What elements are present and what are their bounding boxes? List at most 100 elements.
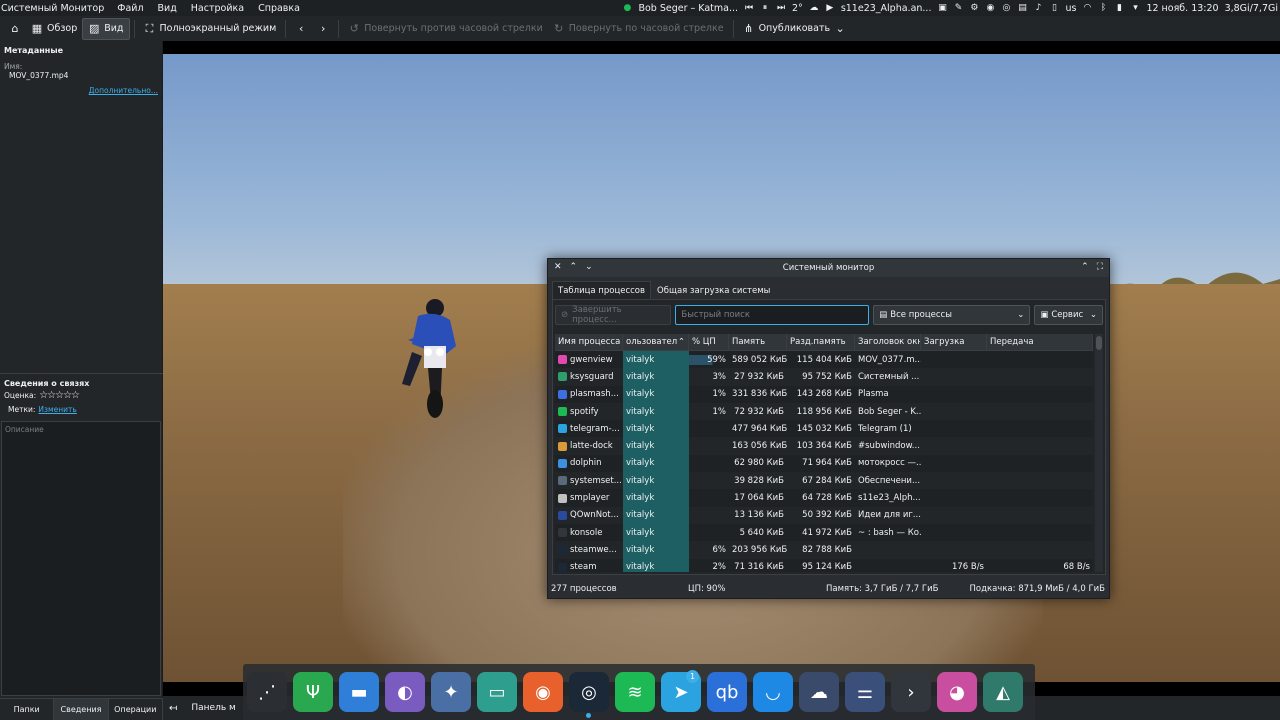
media-title[interactable]: Bob Seger – Katma... (638, 3, 738, 14)
table-row[interactable]: steamwe... vitalyk 6% 203 956 КиБ 82 788 КиБ (555, 541, 1093, 559)
krunner-icon[interactable]: ◡ (753, 672, 793, 712)
quick-search-input[interactable]: Быстрый поиск (675, 305, 870, 325)
table-row[interactable]: ksysguard vitalyk 3% 27 932 КиБ 95 752 КиБ Си… (555, 368, 1093, 386)
cloud-icon[interactable]: ☁ (799, 672, 839, 712)
view-button[interactable]: ▨ Вид (82, 17, 130, 40)
task-title[interactable]: s11e23_Alpha.an... (841, 3, 932, 14)
col-cpu[interactable]: % ЦП (689, 334, 729, 350)
dolphin-icon[interactable]: ▬ (339, 672, 379, 712)
memory-indicator[interactable]: 3,8Gi/7,7Gi (1225, 3, 1278, 14)
tab-folders[interactable]: Папки (0, 698, 55, 720)
toggle-sidebar-icon[interactable]: ↤ (163, 703, 183, 714)
table-row[interactable]: dolphin vitalyk 62 980 КиБ 71 964 КиБ мотокр… (555, 454, 1093, 473)
media-tray-icon[interactable]: ◉ (985, 3, 995, 13)
steam-icon[interactable]: ◎ (569, 672, 609, 718)
col-user[interactable]: ользовател ⌃ (623, 334, 689, 350)
keyboard-layout[interactable]: us (1065, 3, 1076, 14)
battery-icon[interactable]: ▯ (1049, 3, 1059, 13)
notes-icon[interactable]: ✎ (953, 3, 963, 13)
maximize-icon[interactable]: ⛶ (1097, 262, 1103, 272)
col-shared-memory[interactable]: Разд.память (787, 334, 855, 350)
weather-temp[interactable]: 2° (792, 3, 803, 14)
col-process-name[interactable]: Имя процесса (555, 334, 623, 350)
table-row[interactable]: plasmash... vitalyk 1% 331 836 КиБ 143 268 К… (555, 385, 1093, 403)
window-icon[interactable]: ▣ (937, 3, 947, 13)
overview-button[interactable]: ▦ Обзор (26, 18, 82, 40)
service-button[interactable]: ▣ Сервис ⌄ (1034, 305, 1103, 325)
menu-help[interactable]: Справка (251, 3, 307, 14)
next-button[interactable]: › (312, 18, 334, 40)
disk-icon[interactable]: ◐ (385, 672, 425, 712)
scrollbar-thumb[interactable] (1096, 336, 1102, 350)
qownnotes-icon[interactable]: Ψ (293, 672, 333, 712)
konsole-icon[interactable]: › (891, 672, 931, 712)
more-metadata-link[interactable]: Дополнительно... (89, 86, 158, 95)
spotify-tray-icon[interactable]: ● (622, 3, 632, 13)
wifi-icon[interactable]: ◠ (1082, 3, 1092, 13)
media-pause-icon[interactable]: ⏸ (760, 3, 770, 13)
previous-button[interactable]: ‹ (290, 18, 312, 40)
table-row[interactable]: steam vitalyk 2% 71 316 КиБ 95 124 КиБ 176 B/… (555, 558, 1093, 572)
volume-icon[interactable]: ♪ (1033, 3, 1043, 13)
publish-button[interactable]: ⋔ Опубликовать ⌄ (738, 18, 852, 40)
clock[interactable]: 12 нояб. 13:20 (1146, 3, 1218, 14)
window-titlebar[interactable]: ✕ ⌃ ⌄ Системный монитор ⌃ ⛶ (548, 259, 1109, 277)
settings-icon[interactable]: ⚌ (845, 672, 885, 712)
rating-stars[interactable]: ☆☆☆☆☆ (39, 390, 80, 401)
gamepad-icon[interactable]: ✦ (431, 672, 471, 712)
keep-above-icon[interactable]: ⌃ (1081, 262, 1089, 272)
bluetooth-icon[interactable]: ᛒ (1098, 3, 1108, 13)
chevron-up-icon[interactable]: ⌃ (570, 262, 578, 272)
menu-view[interactable]: Вид (151, 3, 184, 14)
play-icon[interactable]: ▶ (825, 3, 835, 13)
table-row[interactable]: QOwnNot... vitalyk 13 136 КиБ 50 392 КиБ Иде… (555, 506, 1093, 524)
table-row[interactable]: gwenview vitalyk 59% 589 052 КиБ 115 404 КиБ… (555, 351, 1093, 369)
col-download[interactable]: Загрузка (921, 334, 987, 350)
gwenview-icon[interactable]: ◕ (937, 672, 977, 712)
table-row[interactable]: systemset... vitalyk 39 828 КиБ 67 284 КиБ О… (555, 472, 1093, 490)
process-filter-select[interactable]: ▤ Все процессы ⌄ (873, 305, 1031, 325)
clipboard-icon[interactable]: ▤ (1017, 3, 1027, 13)
power-icon[interactable]: ▮ (1114, 3, 1124, 13)
table-row[interactable]: latte-dock vitalyk 163 056 КиБ 103 364 КиБ #… (555, 437, 1093, 455)
qbittorrent-icon[interactable]: qb (707, 672, 747, 712)
menu-settings[interactable]: Настройка (184, 3, 251, 14)
table-row[interactable]: spotify vitalyk 1% 72 932 КиБ 118 956 КиБ Bob… (555, 402, 1093, 421)
col-upload[interactable]: Передача (987, 334, 1093, 350)
tab-info[interactable]: Сведения (54, 698, 109, 720)
tab-system-load[interactable]: Общая загрузка системы (651, 281, 776, 301)
vertical-scrollbar[interactable] (1095, 334, 1103, 572)
tray-expand-icon[interactable]: ▾ (1130, 3, 1140, 13)
rotate-cw-button[interactable]: ↻ Повернуть по часовой стрелке (548, 18, 729, 40)
media-prev-icon[interactable]: ⏮ (744, 3, 754, 13)
edit-tags-link[interactable]: Изменить (38, 405, 76, 414)
process-table[interactable]: Имя процесса ользовател ⌃ % ЦП Память Раз… (555, 334, 1093, 572)
settings-tray-icon[interactable]: ⚙ (969, 3, 979, 13)
steam-tray-icon[interactable]: ◎ (1001, 3, 1011, 13)
table-row[interactable]: smplayer vitalyk 17 064 КиБ 64 728 КиБ s11e2… (555, 489, 1093, 507)
telegram-icon[interactable]: ➤ 1 (661, 670, 701, 712)
tab-process-table[interactable]: Таблица процессов (552, 281, 652, 301)
fullscreen-button[interactable]: ⛶ Полноэкранный режим (139, 18, 282, 40)
media-next-icon[interactable]: ⏭ (776, 3, 786, 13)
col-window-title[interactable]: Заголовок окн (855, 334, 921, 350)
menu-file[interactable]: Файл (110, 3, 150, 14)
home-button[interactable]: ⌂ (4, 18, 26, 40)
kde-connect-icon[interactable]: ⋰ (247, 672, 287, 712)
ksysguard-icon[interactable]: ◭ (983, 672, 1023, 712)
table-row[interactable]: telegram-... vitalyk 477 964 КиБ 145 032 Ки… (555, 420, 1093, 438)
spotify-icon[interactable]: ≋ (615, 672, 655, 712)
description-input[interactable]: Описание (1, 421, 161, 696)
col-memory[interactable]: Память (729, 334, 787, 350)
chevron-right-icon: › (321, 22, 326, 35)
tab-operations[interactable]: Операции (108, 698, 163, 720)
terminal-app-icon[interactable]: ▭ (477, 672, 517, 712)
table-row[interactable]: konsole vitalyk 5 640 КиБ 41 972 КиБ ~ : bas… (555, 523, 1093, 542)
kill-process-button[interactable]: ⊘ Завершить процесс... (555, 305, 672, 325)
close-icon[interactable]: ✕ (554, 262, 562, 272)
panel-label[interactable]: Панель м (183, 703, 235, 713)
rotate-ccw-button[interactable]: ↺ Повернуть против часовой стрелки (343, 18, 548, 40)
cell-shared-memory: 118 956 КиБ (796, 406, 852, 417)
firefox-icon[interactable]: ◉ (523, 672, 563, 712)
chevron-down-icon[interactable]: ⌄ (585, 262, 593, 272)
